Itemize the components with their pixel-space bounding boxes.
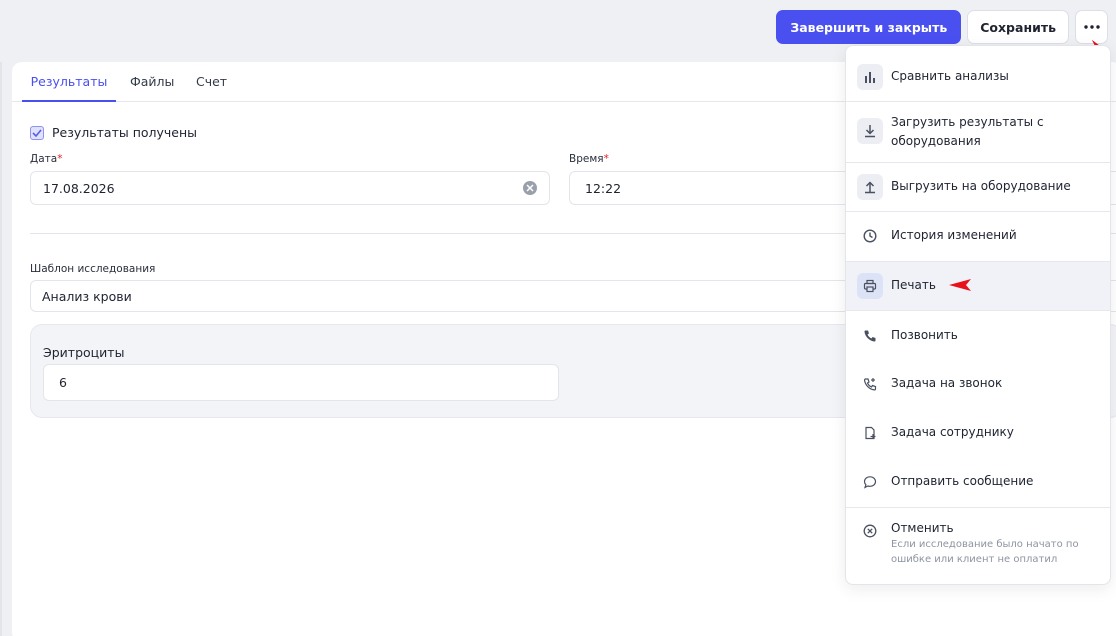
menu-item-call-task[interactable]: Задача на звонок [846,369,1110,399]
menu-item-label: Сравнить анализы [891,69,1009,83]
menu-item-label: Задача на звонок [891,376,1003,390]
annotation-arrow-print [949,279,971,291]
actions-menu: Сравнить анализы Загрузить результаты с … [845,45,1111,585]
menu-item-description: Если исследование было начато по [891,539,1079,550]
menu-item-export-equipment[interactable]: Выгрузить на оборудование [846,172,1110,202]
finish-and-close-button[interactable]: Завершить и закрыть [776,10,962,44]
menu-item-employee-task[interactable]: Задача сотруднику [846,418,1110,448]
menu-item-label: Отправить сообщение [891,474,1034,488]
template-value: Анализ крови [42,288,132,304]
date-required-mark: * [57,153,63,165]
menu-separator [846,211,1110,212]
erythrocytes-input[interactable]: 6 [43,364,559,401]
time-required-mark: * [603,153,609,165]
menu-item-print[interactable]: Печать [846,262,1110,310]
more-horizontal-icon [1083,25,1100,29]
time-value: 12:22 [585,180,622,196]
top-toolbar: Завершить и закрыть Сохранить [776,10,1108,44]
menu-separator [846,310,1110,311]
menu-separator [846,101,1110,102]
menu-item-cancel[interactable]: Отменить Если исследование было начато п… [846,517,1110,573]
menu-item-history[interactable]: История изменений [846,221,1110,251]
menu-item-load-results[interactable]: Загрузить результаты с оборудования [846,110,1110,154]
clock-icon [857,223,883,249]
menu-item-label: Выгрузить на оборудование [891,179,1071,193]
time-label: Время* [569,153,609,165]
download-icon [857,118,883,144]
menu-item-call[interactable]: Позвонить [846,321,1110,351]
menu-item-label: Загрузить результаты с [891,115,1044,129]
menu-item-description-line2: ошибке или клиент не оплатил [891,554,1058,565]
cancel-circle-icon [857,518,883,544]
check-icon [32,128,42,137]
date-label-text: Дата [30,153,58,165]
results-received-row: Результаты получены [30,125,197,140]
bar-chart-icon [857,64,883,90]
tab-results[interactable]: Результаты [22,62,116,102]
save-button[interactable]: Сохранить [967,10,1069,44]
tab-files[interactable]: Файлы [130,62,174,102]
close-icon [526,184,534,192]
date-label: Дата* [30,153,62,165]
menu-separator [846,507,1110,508]
results-received-label: Результаты получены [52,125,198,140]
menu-item-label-line2: оборудования [891,134,981,148]
clear-date-button[interactable] [523,181,537,195]
menu-item-label: Позвонить [891,328,958,342]
erythrocytes-value: 6 [59,375,67,390]
menu-item-label: Отменить [891,521,954,535]
phone-icon [857,323,883,349]
message-icon [857,469,883,495]
menu-item-label: Задача сотруднику [891,425,1014,439]
upload-icon [857,174,883,200]
time-label-text: Время [569,153,604,165]
left-edge [0,62,2,636]
menu-item-send-message[interactable]: Отправить сообщение [846,467,1110,497]
template-label: Шаблон исследования [30,263,156,275]
date-value: 17.08.2026 [43,180,115,196]
menu-item-compare-analyses[interactable]: Сравнить анализы [846,62,1110,92]
tab-invoice[interactable]: Счет [196,62,227,102]
file-task-icon [857,420,883,446]
date-field[interactable]: 17.08.2026 [30,171,550,205]
menu-item-label: История изменений [891,228,1017,242]
phone-task-icon [857,371,883,397]
printer-icon [857,273,883,299]
erythrocytes-label: Эритроциты [43,345,125,360]
menu-separator [846,162,1110,163]
menu-item-label: Печать [891,278,936,292]
results-received-checkbox[interactable] [30,125,44,140]
